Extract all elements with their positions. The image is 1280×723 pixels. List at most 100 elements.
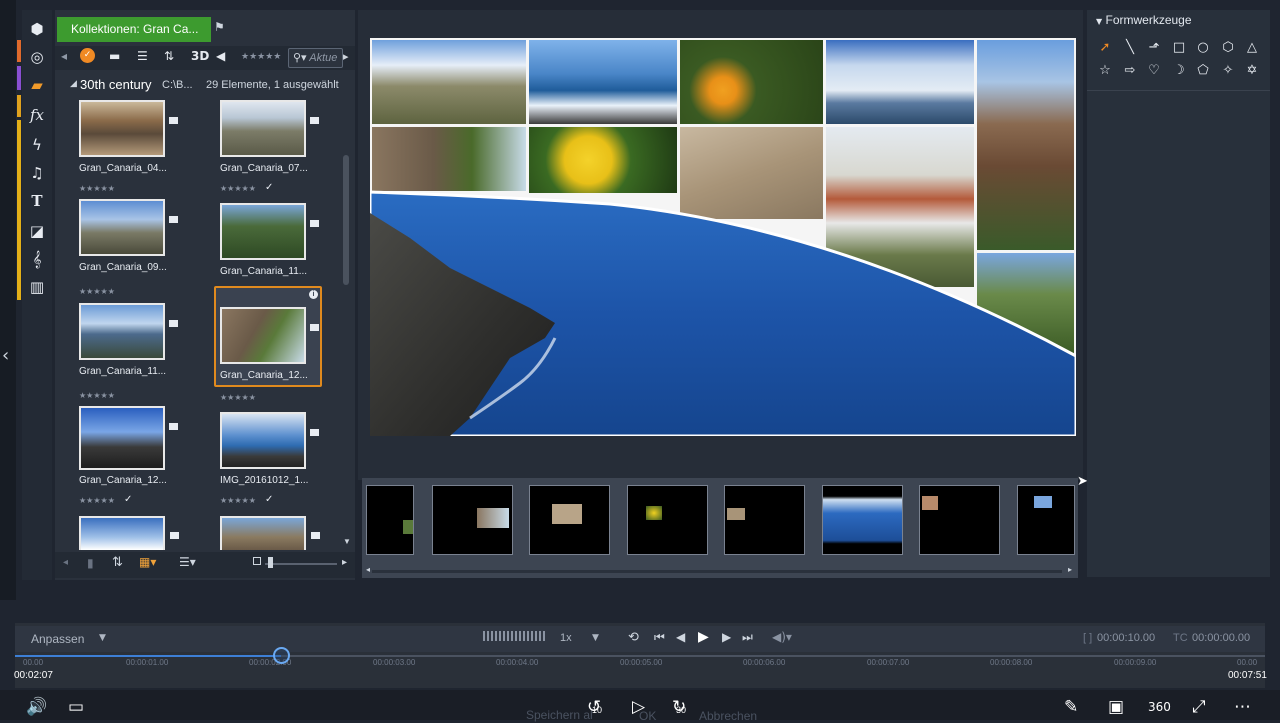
thumbnail-image-partial[interactable] xyxy=(79,516,165,550)
collage-preview[interactable] xyxy=(370,38,1076,436)
search-input[interactable]: ⚲▾ Aktue xyxy=(288,48,343,68)
pentagon-icon[interactable]: ⬠ xyxy=(1194,63,1212,81)
crescent-icon[interactable]: ☽ xyxy=(1170,63,1188,81)
piano-icon[interactable]: ▥ xyxy=(22,274,52,300)
filmstrip-scrollbar[interactable] xyxy=(372,570,1062,573)
library-item[interactable]: Gran_Canaria_11... xyxy=(220,203,330,303)
filmstrip-frame[interactable] xyxy=(627,485,708,555)
duration-display[interactable]: 00:00:10.00 xyxy=(1097,632,1155,644)
title-text-icon[interactable]: T xyxy=(22,188,52,214)
circle-icon[interactable]: ○ xyxy=(1194,40,1212,58)
item-rating[interactable]: ★★★★★ xyxy=(220,393,256,402)
cancel-button[interactable]: Abbrechen xyxy=(699,709,757,723)
fullscreen-icon[interactable]: ⤢ xyxy=(1192,697,1206,717)
library-scrollbar[interactable] xyxy=(342,80,350,542)
subtitles-icon[interactable]: ▭ xyxy=(68,697,84,717)
treble-clef-icon[interactable]: 𝄞 xyxy=(22,246,52,272)
item-rating[interactable]: ★★★★★ xyxy=(79,184,115,193)
effects-fx-icon[interactable]: fx xyxy=(22,102,52,128)
library-item[interactable]: Gran_Canaria_04... ★★★★★ xyxy=(79,100,189,200)
heart-icon[interactable]: ♡ xyxy=(1145,63,1163,81)
check-filter-icon[interactable]: ✓ xyxy=(80,48,95,63)
filmstrip-frame[interactable] xyxy=(724,485,805,555)
timeline-ruler[interactable]: 00.00 00:00:01.00 00:00:02.00 00:00:03.0… xyxy=(15,655,1265,679)
back-icon[interactable]: ◂ xyxy=(63,557,68,568)
zoom-slider[interactable] xyxy=(265,563,337,565)
zoom-slider-handle[interactable] xyxy=(268,557,273,568)
forward-icon[interactable]: ▸ xyxy=(342,557,347,568)
arrow-line-icon[interactable]: ⬏ xyxy=(1145,40,1163,58)
star4-icon[interactable]: ✧ xyxy=(1219,63,1237,81)
tag-icon[interactable]: ◀ xyxy=(216,49,225,63)
pin-icon[interactable]: ⚑ xyxy=(214,20,225,34)
library-item[interactable]: Gran_Canaria_11... ★★★★★ xyxy=(79,303,189,403)
speed-chevron-icon[interactable]: ▼ xyxy=(592,633,599,643)
item-rating[interactable]: ★★★★★ xyxy=(79,496,115,505)
filmstrip-right-icon[interactable]: ▸ xyxy=(1068,565,1072,574)
collapse-left-icon[interactable]: ‹ xyxy=(2,345,9,366)
folder-expand-icon[interactable]: ◢ xyxy=(70,78,77,89)
library-item[interactable]: Gran_Canaria_12... ★★★★★ ✓ xyxy=(79,406,189,506)
go-end-icon[interactable]: ⏭ xyxy=(742,630,753,645)
star5-icon[interactable]: ☆ xyxy=(1096,63,1114,81)
arrow-right-icon[interactable]: ⇨ xyxy=(1121,63,1139,81)
filmstrip-frame[interactable] xyxy=(919,485,1000,555)
cube-icon[interactable]: ⬢ xyxy=(22,16,52,42)
progress-handle[interactable] xyxy=(273,647,290,664)
volume-icon[interactable]: 🔊 xyxy=(26,697,47,717)
item-rating[interactable]: ★★★★★ xyxy=(79,287,115,296)
rectangle-icon[interactable]: □ xyxy=(1170,40,1188,58)
library-scrollbar-thumb[interactable] xyxy=(343,155,349,285)
loop-icon[interactable]: ⟲ xyxy=(628,630,639,645)
sync-icon[interactable]: ⇅ xyxy=(112,555,123,570)
grid-view-icon[interactable]: ▦▾ xyxy=(139,555,156,569)
toolbar-more-icon[interactable]: ▸ xyxy=(343,50,349,63)
collapse-triangle-icon[interactable]: ▼ xyxy=(1096,17,1102,26)
pencil-icon[interactable]: ✎ xyxy=(1064,697,1078,717)
library-folder-icon[interactable]: ▰ xyxy=(22,72,52,98)
back-arrow-icon[interactable]: ◂ xyxy=(61,49,67,63)
ok-button[interactable]: OK xyxy=(639,709,656,723)
filmstrip-frame[interactable] xyxy=(432,485,513,555)
fit-dropdown[interactable]: Anpassen xyxy=(31,632,84,646)
arrow-pointer-icon[interactable]: ➚ xyxy=(1096,40,1114,58)
filmstrip-frame[interactable] xyxy=(1017,485,1075,555)
go-start-icon[interactable]: ⏮ xyxy=(654,630,665,645)
volume-dropdown-icon[interactable]: ◀)▾ xyxy=(772,630,792,644)
details-view-icon[interactable]: ☰▾ xyxy=(179,555,196,569)
thumb-size-small-icon[interactable] xyxy=(253,557,261,565)
thumbnail-image-partial[interactable] xyxy=(220,516,306,550)
more-options-icon[interactable]: ⋯ xyxy=(1234,697,1251,717)
item-rating[interactable]: ★★★★★ xyxy=(220,184,256,193)
filmstrip-frame[interactable] xyxy=(822,485,903,555)
music-note-icon[interactable]: ♫ xyxy=(22,160,52,186)
trash-icon[interactable]: ▮ xyxy=(87,556,94,570)
star6-icon[interactable]: ✡ xyxy=(1243,63,1261,81)
fit-dropdown-chevron-icon[interactable]: ▼ xyxy=(99,633,106,643)
filmstrip-frame[interactable] xyxy=(529,485,610,555)
list-view-icon[interactable]: ☰ xyxy=(137,49,148,63)
lightning-icon[interactable]: ϟ xyxy=(22,132,52,158)
sort-icon[interactable]: ⇅ xyxy=(164,49,174,63)
play-icon[interactable]: ▶ xyxy=(698,629,709,645)
360-icon[interactable]: 360 xyxy=(1148,700,1171,714)
step-forward-icon[interactable]: ▶ xyxy=(722,630,731,644)
scroll-down-icon[interactable]: ▼ xyxy=(343,537,351,546)
collection-tab[interactable]: Kollektionen: Gran Ca... xyxy=(57,17,211,42)
speed-dropdown[interactable]: 1x xyxy=(560,632,572,644)
item-rating[interactable]: ★★★★★ xyxy=(79,391,115,400)
montage-icon[interactable]: ◪ xyxy=(22,218,52,244)
item-rating[interactable]: ★★★★★ xyxy=(220,496,256,505)
filmstrip-frame[interactable] xyxy=(366,485,414,555)
line-icon[interactable]: ╲ xyxy=(1121,40,1139,58)
library-item[interactable]: Gran_Canaria_09... ★★★★★ xyxy=(79,199,189,299)
hexagon-icon[interactable]: ⬡ xyxy=(1219,40,1237,58)
folder-icon[interactable]: ▬ xyxy=(109,49,120,63)
step-back-icon[interactable]: ◀ xyxy=(676,630,685,644)
library-item-selected[interactable]: Gran_Canaria_12... ★★★★★ xyxy=(220,307,330,407)
miniplayer-icon[interactable]: ▣ xyxy=(1108,697,1124,717)
rating-filter-stars[interactable]: ★★★★★ xyxy=(241,52,281,62)
timecode-display[interactable]: 00:00:00.00 xyxy=(1192,632,1250,644)
triangle-icon[interactable]: △ xyxy=(1243,40,1261,58)
library-item[interactable]: Gran_Canaria_07... ★★★★★ ✓ xyxy=(220,100,330,200)
